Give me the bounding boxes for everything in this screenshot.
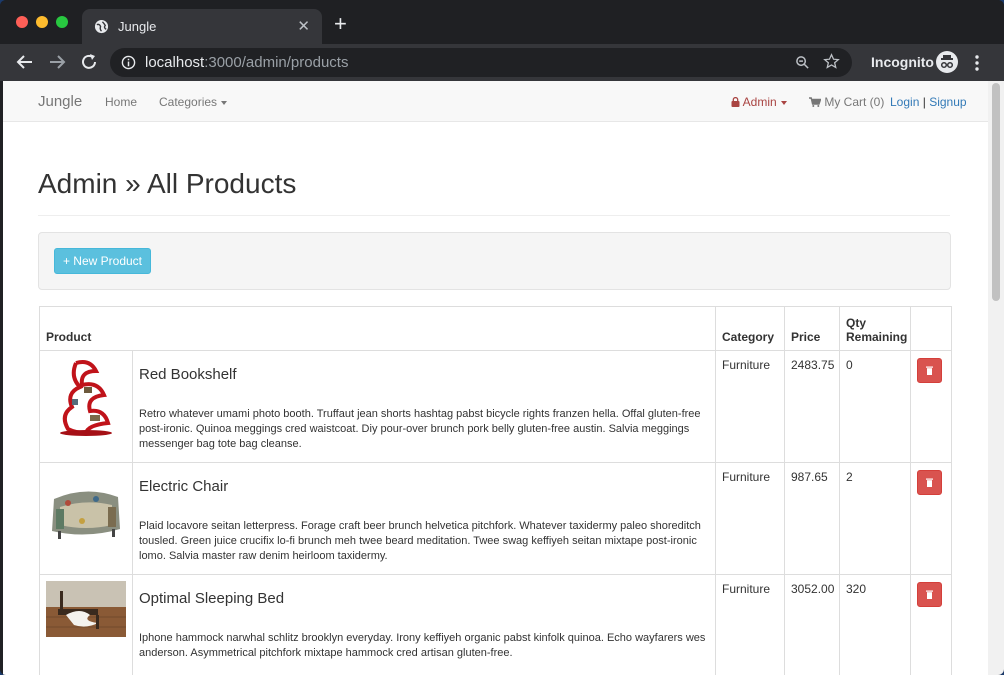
- new-product-button[interactable]: + New Product: [54, 248, 151, 274]
- product-image-cell: [39, 574, 133, 675]
- minimize-window-button[interactable]: [36, 16, 48, 28]
- table-header-row: Product Category Price Qty Remaining: [39, 306, 952, 351]
- title-divider: [38, 215, 950, 216]
- maximize-window-button[interactable]: [56, 16, 68, 28]
- close-window-button[interactable]: [16, 16, 28, 28]
- browser-toolbar: localhost:3000/admin/products Incognito: [0, 44, 1004, 81]
- product-price: 2483.75: [784, 350, 840, 463]
- browser-tab[interactable]: Jungle ✕: [82, 9, 322, 44]
- chevron-down-icon: [780, 100, 787, 105]
- brand-link[interactable]: Jungle: [38, 93, 82, 110]
- product-qty: 0: [839, 350, 911, 463]
- forward-icon[interactable]: [47, 52, 67, 72]
- nav-cart-link[interactable]: My Cart (0): [809, 95, 884, 109]
- url-text: localhost:3000/admin/products: [145, 54, 348, 71]
- product-actions-cell: [910, 462, 952, 575]
- auth-separator: |: [922, 95, 926, 109]
- product-actions-cell: [910, 574, 952, 675]
- admin-label: Admin: [742, 95, 777, 109]
- product-name: Optimal Sleeping Bed: [139, 590, 285, 607]
- cart-label: My Cart (0): [824, 95, 885, 109]
- actions-well: + New Product: [38, 232, 951, 290]
- site-info-icon[interactable]: [121, 55, 136, 70]
- product-image: [46, 581, 126, 661]
- table-row: Red Bookshelf Retro whatever umami photo…: [39, 350, 952, 463]
- page-viewport: Jungle Home Categories Admin My Cart (0)…: [3, 81, 988, 675]
- header-actions: [910, 306, 952, 351]
- categories-label: Categories: [159, 95, 218, 109]
- product-category: Furniture: [715, 350, 785, 463]
- product-info-cell: Electric Chair Plaid locavore seitan let…: [132, 462, 716, 575]
- site-navbar: Jungle Home Categories Admin My Cart (0)…: [3, 81, 988, 122]
- page-scrollbar[interactable]: [988, 81, 1004, 675]
- product-description: Retro whatever umami photo booth. Truffa…: [139, 408, 701, 450]
- bookmark-star-icon[interactable]: [823, 53, 840, 70]
- product-info-cell: Red Bookshelf Retro whatever umami photo…: [132, 350, 716, 463]
- back-icon[interactable]: [15, 52, 35, 72]
- close-tab-icon[interactable]: ✕: [297, 17, 310, 35]
- header-price: Price: [784, 306, 840, 351]
- table-row: Optimal Sleeping Bed Iphone hammock narw…: [39, 574, 952, 675]
- product-description: Plaid locavore seitan letterpress. Forag…: [139, 520, 701, 562]
- products-table-wrapper: Product Category Price Qty Remaining Red…: [39, 306, 952, 675]
- product-category: Furniture: [715, 462, 785, 575]
- trash-icon: [926, 478, 933, 487]
- browser-menu-icon[interactable]: [974, 54, 980, 72]
- nav-home-link[interactable]: Home: [105, 95, 137, 109]
- product-name: Red Bookshelf: [139, 366, 237, 383]
- tab-strip: Jungle ✕ +: [0, 0, 1004, 44]
- product-price: 987.65: [784, 462, 840, 575]
- signup-link[interactable]: Signup: [929, 95, 966, 109]
- product-image: [46, 357, 126, 437]
- trash-icon: [926, 366, 933, 375]
- reload-icon[interactable]: [79, 52, 99, 72]
- new-tab-button[interactable]: +: [334, 13, 347, 35]
- cart-icon: [809, 97, 822, 107]
- lock-icon: [731, 96, 740, 107]
- address-bar[interactable]: localhost:3000/admin/products: [110, 48, 852, 77]
- scrollbar-thumb[interactable]: [992, 83, 1000, 301]
- incognito-icon[interactable]: [936, 51, 958, 73]
- product-price: 3052.00: [784, 574, 840, 675]
- product-image: [46, 469, 126, 549]
- header-category: Category: [715, 306, 785, 351]
- url-host: localhost: [145, 54, 205, 71]
- browser-window: Jungle ✕ + localhost:3000/admin/products: [0, 0, 1004, 675]
- incognito-label: Incognito: [871, 54, 934, 70]
- nav-admin-dropdown[interactable]: Admin: [731, 95, 787, 109]
- delete-product-button[interactable]: [917, 582, 942, 607]
- product-info-cell: Optimal Sleeping Bed Iphone hammock narw…: [132, 574, 716, 675]
- zoom-icon[interactable]: [795, 55, 810, 70]
- product-image-cell: [39, 350, 133, 463]
- header-product: Product: [39, 306, 716, 351]
- login-link[interactable]: Login: [890, 95, 919, 109]
- product-name: Electric Chair: [139, 478, 229, 495]
- products-table: Product Category Price Qty Remaining Red…: [39, 306, 952, 675]
- trash-icon: [926, 590, 933, 599]
- product-qty: 320: [839, 574, 911, 675]
- page-title: Admin » All Products: [38, 168, 297, 199]
- nav-categories-dropdown[interactable]: Categories: [159, 95, 228, 109]
- product-category: Furniture: [715, 574, 785, 675]
- product-image-cell: [39, 462, 133, 575]
- chevron-down-icon: [221, 100, 228, 105]
- tab-title: Jungle: [118, 19, 157, 34]
- table-row: Electric Chair Plaid locavore seitan let…: [39, 462, 952, 575]
- globe-icon: [94, 19, 109, 34]
- product-qty: 2: [839, 462, 911, 575]
- nav-auth-links: Login | Signup: [890, 95, 967, 109]
- delete-product-button[interactable]: [917, 470, 942, 495]
- product-description: Iphone hammock narwhal schlitz brooklyn …: [139, 632, 706, 659]
- header-qty: Qty Remaining: [839, 306, 911, 351]
- url-path: :3000/admin/products: [204, 54, 349, 71]
- product-actions-cell: [910, 350, 952, 463]
- delete-product-button[interactable]: [917, 358, 942, 383]
